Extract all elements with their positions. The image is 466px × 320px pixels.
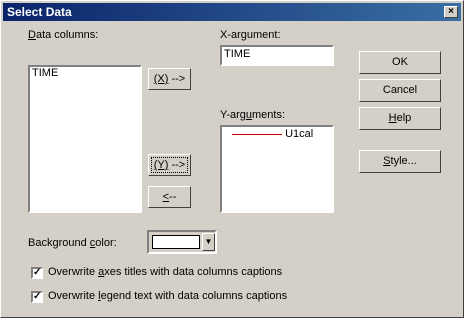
overwrite-axes-checkbox[interactable]: ✓ <box>31 267 43 279</box>
y-arguments-list[interactable]: U1cal <box>220 125 334 213</box>
select-data-dialog: Select Data × Data columns: TIME (X) -->… <box>0 0 464 318</box>
series-line-swatch <box>232 133 282 135</box>
y-arguments-label: Y-arguments: <box>220 109 286 121</box>
add-y-button[interactable]: (Y) --> <box>148 154 191 176</box>
cancel-button[interactable]: Cancel <box>359 79 441 102</box>
dialog-title: Select Data <box>7 5 72 19</box>
style-button[interactable]: Style... <box>359 150 441 173</box>
background-color-picker[interactable]: ▼ <box>147 230 217 254</box>
list-item[interactable]: U1cal <box>232 128 313 140</box>
data-columns-list[interactable]: TIME <box>28 65 142 213</box>
chevron-down-icon[interactable]: ▼ <box>202 233 215 251</box>
color-swatch <box>152 235 200 249</box>
y-argument-name: U1cal <box>285 128 314 140</box>
list-item[interactable]: TIME <box>32 67 58 79</box>
help-button[interactable]: Help <box>359 107 441 130</box>
overwrite-legend-label[interactable]: Overwrite legend text with data columns … <box>48 290 287 302</box>
x-argument-label: X-argument: <box>220 29 281 41</box>
remove-y-button[interactable]: <-- <box>148 186 191 208</box>
x-argument-field[interactable]: TIME <box>220 45 334 66</box>
x-argument-value: TIME <box>224 48 251 60</box>
data-columns-label: Data columns: <box>28 29 99 41</box>
title-bar: Select Data × <box>3 3 461 21</box>
overwrite-legend-checkbox[interactable]: ✓ <box>31 291 43 303</box>
ok-button[interactable]: OK <box>359 51 441 74</box>
background-color-label: Background color: <box>28 237 117 249</box>
overwrite-axes-label[interactable]: Overwrite axes titles with data columns … <box>48 266 282 278</box>
close-icon[interactable]: × <box>444 6 458 18</box>
add-x-button[interactable]: (X) --> <box>148 68 191 90</box>
